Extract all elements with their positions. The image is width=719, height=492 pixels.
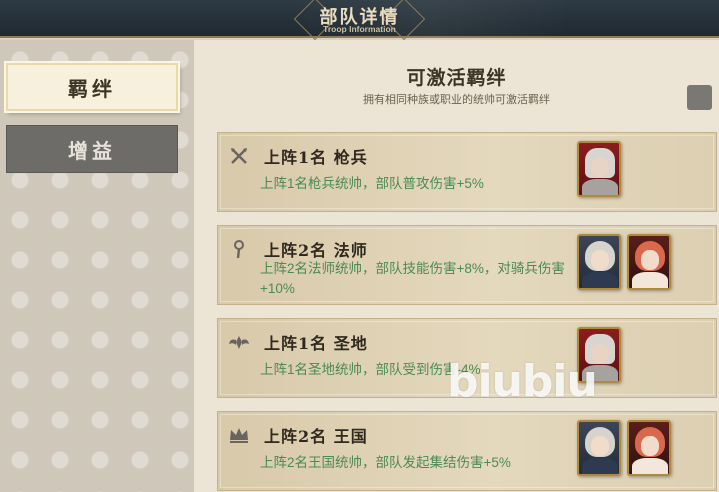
info-toggle-button[interactable] — [687, 85, 712, 110]
bond-description: 上阵1名枪兵统帅，部队普攻伤害+5% — [260, 176, 484, 191]
tab-bonds[interactable]: 羁绊 — [6, 63, 178, 111]
bond-card-mage[interactable]: 上阵2名 法师 上阵2名法师统帅，部队技能伤害+8%，对骑兵伤害+10% — [217, 225, 717, 305]
red-hair-commander-portrait[interactable] — [627, 234, 671, 290]
tab-buffs[interactable]: 增益 — [6, 125, 178, 173]
bond-card-lancer[interactable]: 上阵1名 枪兵 上阵1名枪兵统帅，部队普攻伤害+5% — [217, 132, 717, 212]
bond-description: 上阵2名王国统帅，部队发起集结伤害+5% — [260, 455, 511, 470]
bond-title: 上阵1名 圣地 — [264, 334, 368, 353]
bond-card-kingdom[interactable]: 上阵2名 王国 上阵2名王国统帅，部队发起集结伤害+5% — [217, 411, 717, 491]
winged-emblem-icon — [228, 331, 250, 353]
red-hair-commander-portrait[interactable] — [627, 420, 671, 476]
crossed-spears-icon — [228, 145, 250, 167]
lancer-commander-portrait[interactable] — [577, 141, 621, 197]
silver-hair-commander-portrait[interactable] — [577, 420, 621, 476]
silver-hair-commander-portrait[interactable] — [577, 234, 621, 290]
bond-title: 上阵1名 枪兵 — [264, 148, 368, 167]
bond-title: 上阵2名 王国 — [264, 427, 368, 446]
page-subtitle: Troop Information — [323, 24, 396, 34]
bond-title: 上阵2名 法师 — [264, 241, 368, 260]
section-subtitle: 拥有相同种族或职业的统帅可激活羁绊 — [363, 94, 550, 106]
sidebar: 羁绊 增益 — [0, 40, 194, 492]
tab-label: 羁绊 — [68, 76, 116, 101]
staff-icon — [228, 238, 250, 260]
bonds-panel: 可激活羁绊 拥有相同种族或职业的统帅可激活羁绊 上阵1名 枪兵 上阵1名枪兵统帅… — [194, 40, 719, 492]
bond-description: 上阵2名法师统帅，部队技能伤害+8%，对骑兵伤害+10% — [260, 261, 565, 296]
crown-icon — [228, 424, 250, 446]
tab-label: 增益 — [68, 138, 116, 163]
window-header: 部队详情 Troop Information — [0, 0, 719, 41]
watermark: biubiu — [447, 356, 598, 407]
section-title: 可激活羁绊 — [406, 67, 507, 89]
